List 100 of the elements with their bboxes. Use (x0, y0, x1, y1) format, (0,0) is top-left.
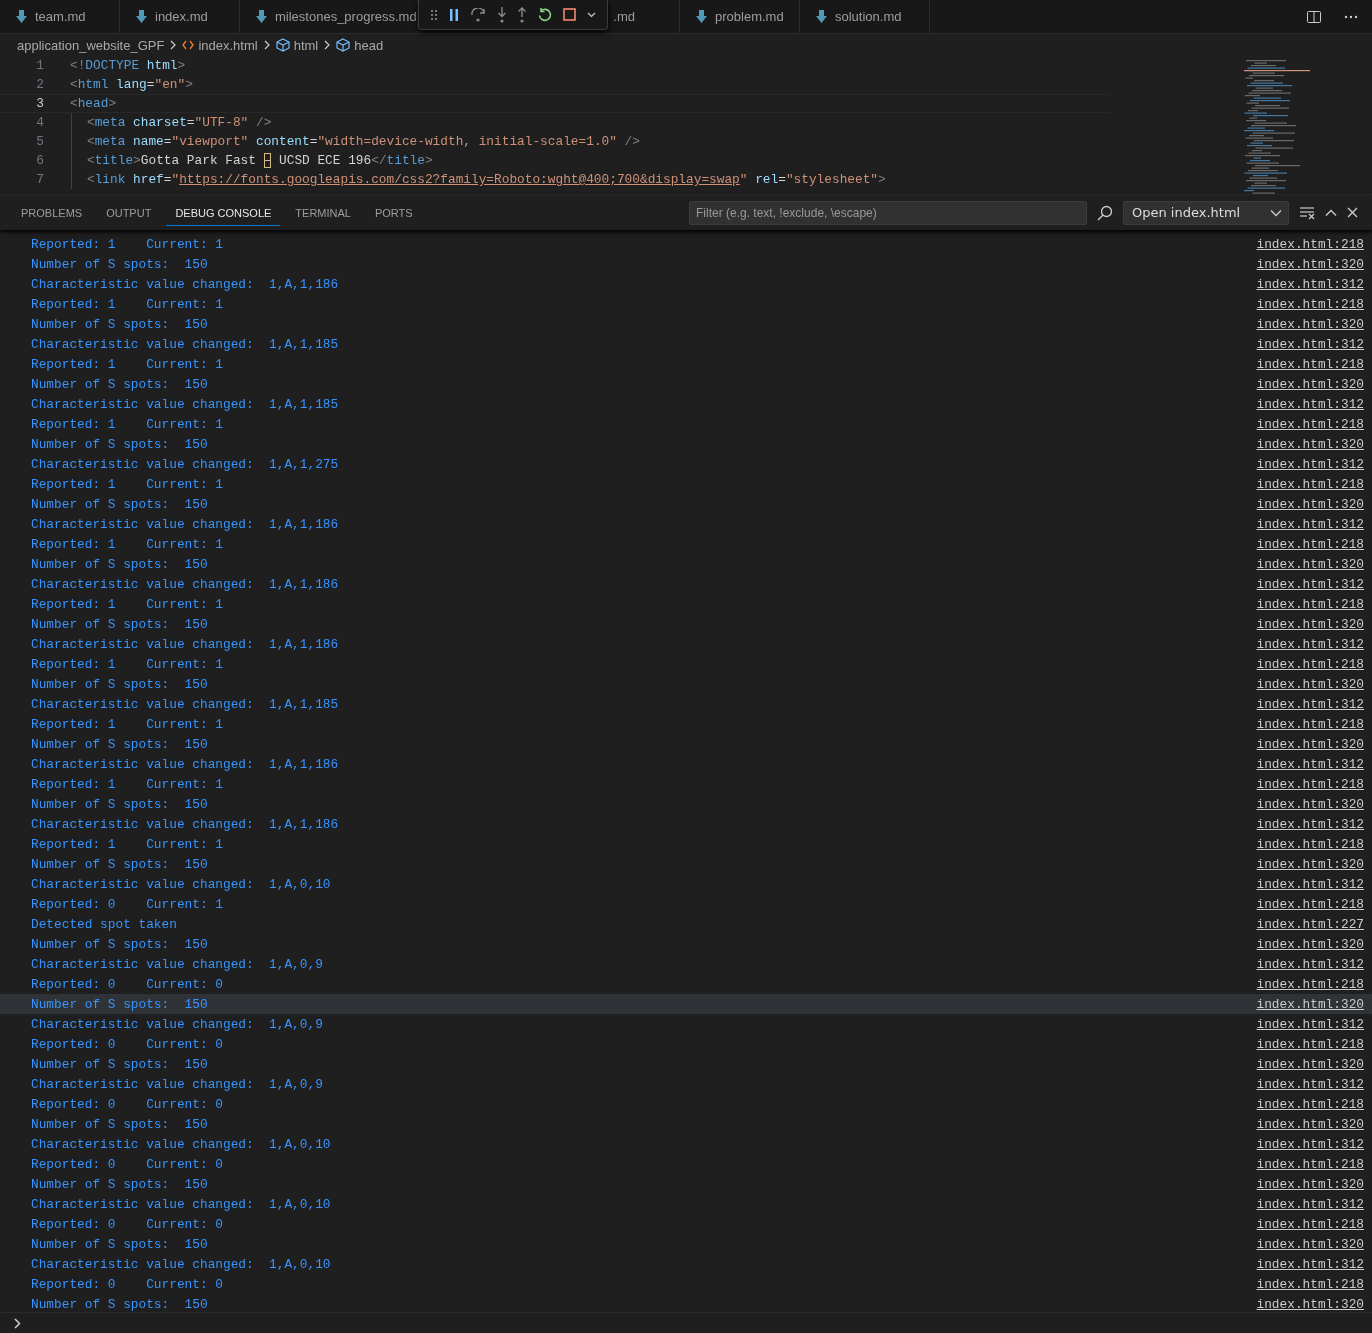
console-row[interactable]: Characteristic value changed: 1,A,0,10 index.html:312 (0, 1194, 1372, 1214)
step-out-icon[interactable] (517, 6, 528, 23)
search-icon[interactable] (1097, 204, 1113, 221)
source-link[interactable]: index.html:320 (1256, 1056, 1364, 1072)
console-row[interactable]: Reported: 1 Current: 1 index.html:218 (0, 714, 1372, 734)
console-row[interactable]: Number of S spots: 150 index.html:320 (0, 1054, 1372, 1074)
source-link[interactable]: index.html:320 (1256, 796, 1364, 812)
editor-tab[interactable]: team.md (0, 0, 120, 33)
console-row[interactable]: Reported: 0 Current: 0 index.html:218 (0, 974, 1372, 994)
console-row[interactable]: Characteristic value changed: 1,A,1,186 index.html:312 (0, 574, 1372, 594)
console-row[interactable]: Number of S spots: 150 index.html:320 (0, 674, 1372, 694)
console-row[interactable]: Number of S spots: 150 index.html:320 (0, 1234, 1372, 1254)
console-row[interactable]: Reported: 1 Current: 1 index.html:218 (0, 594, 1372, 614)
source-link[interactable]: index.html:312 (1256, 956, 1364, 972)
breadcrumb-item[interactable]: html (275, 37, 319, 53)
console-row[interactable]: Characteristic value changed: 1,A,1,186 index.html:312 (0, 274, 1372, 294)
panel-tab[interactable]: DEBUG CONSOLE (166, 199, 281, 226)
step-over-icon[interactable] (469, 7, 486, 22)
restart-icon[interactable] (538, 7, 553, 22)
source-link[interactable]: index.html:312 (1256, 1196, 1364, 1212)
console-row[interactable]: Characteristic value changed: 1,A,0,10 index.html:312 (0, 1134, 1372, 1154)
source-link[interactable]: index.html:312 (1256, 456, 1364, 472)
panel-tab[interactable]: TERMINAL (286, 199, 360, 226)
console-row[interactable]: Characteristic value changed: 1,A,0,9 index.html:312 (0, 954, 1372, 974)
console-row[interactable]: Reported: 1 Current: 1 index.html:218 (0, 474, 1372, 494)
breadcrumb-item[interactable]: index.html (182, 37, 258, 53)
console-row[interactable]: Number of S spots: 150 index.html:320 (0, 614, 1372, 634)
caret-icon[interactable] (586, 11, 596, 18)
console-row[interactable]: Number of S spots: 150 index.html:320 (0, 734, 1372, 754)
console-row[interactable]: Characteristic value changed: 1,A,1,186 index.html:312 (0, 754, 1372, 774)
source-link[interactable]: index.html:312 (1256, 636, 1364, 652)
breadcrumb-item[interactable]: application_website_GPF (17, 37, 165, 53)
source-link[interactable]: index.html:218 (1256, 716, 1364, 732)
console-row[interactable]: Number of S spots: 150 index.html:320 (0, 254, 1372, 274)
source-link[interactable]: index.html:312 (1256, 396, 1364, 412)
source-link[interactable]: index.html:312 (1256, 1076, 1364, 1092)
source-link[interactable]: index.html:312 (1256, 876, 1364, 892)
source-link[interactable]: index.html:218 (1256, 656, 1364, 672)
console-row[interactable]: Characteristic value changed: 1,A,1,185 index.html:312 (0, 394, 1372, 414)
pause-icon[interactable] (449, 8, 460, 21)
panel-tab[interactable]: PROBLEMS (12, 199, 92, 226)
console-row[interactable]: Reported: 0 Current: 0 index.html:218 (0, 1274, 1372, 1294)
source-link[interactable]: index.html:320 (1256, 436, 1364, 452)
console-row[interactable]: Characteristic value changed: 1,A,0,9 index.html:312 (0, 1074, 1372, 1094)
source-link[interactable]: index.html:320 (1256, 1116, 1364, 1132)
console-row[interactable]: Reported: 1 Current: 1 index.html:218 (0, 414, 1372, 434)
source-link[interactable]: index.html:312 (1256, 756, 1364, 772)
source-link[interactable]: index.html:312 (1256, 816, 1364, 832)
console-row[interactable]: Reported: 1 Current: 1 index.html:218 (0, 774, 1372, 794)
source-link[interactable]: index.html:320 (1256, 496, 1364, 512)
editor-tab[interactable]: problem.md (680, 0, 800, 33)
console-row[interactable]: Reported: 0 Current: 0 index.html:218 (0, 1214, 1372, 1234)
breadcrumb-item[interactable]: head (336, 37, 384, 53)
source-link[interactable]: index.html:218 (1256, 976, 1364, 992)
console-row[interactable]: Reported: 0 Current: 0 index.html:218 (0, 1154, 1372, 1174)
console-row[interactable]: Number of S spots: 150 index.html:320 (0, 314, 1372, 334)
filter-field[interactable]: Filter (e.g. text, !exclude, \escape) (689, 200, 1087, 225)
source-link[interactable]: index.html:320 (1256, 936, 1364, 952)
split-editor-icon[interactable] (1306, 8, 1322, 25)
source-link[interactable]: index.html:218 (1256, 416, 1364, 432)
source-link[interactable]: index.html:320 (1256, 316, 1364, 332)
chevron-up-icon[interactable] (1325, 208, 1337, 217)
console-row[interactable]: Characteristic value changed: 1,A,1,275 index.html:312 (0, 454, 1372, 474)
source-link[interactable]: index.html:218 (1256, 1096, 1364, 1112)
source-link[interactable]: index.html:218 (1256, 236, 1364, 252)
source-link[interactable]: index.html:312 (1256, 696, 1364, 712)
console-row[interactable]: Reported: 0 Current: 0 index.html:218 (0, 1034, 1372, 1054)
clear-console-icon[interactable] (1299, 205, 1315, 220)
source-link[interactable]: index.html:218 (1256, 1156, 1364, 1172)
console-row[interactable]: Number of S spots: 150 index.html:320 (0, 794, 1372, 814)
console-row[interactable]: Characteristic value changed: 1,A,0,10 index.html:312 (0, 1254, 1372, 1274)
console-row[interactable]: Characteristic value changed: 1,A,0,9 index.html:312 (0, 1014, 1372, 1034)
source-link[interactable]: index.html:218 (1256, 776, 1364, 792)
grip-icon[interactable] (430, 8, 439, 21)
source-link[interactable]: index.html:312 (1256, 276, 1364, 292)
console-row[interactable]: Reported: 1 Current: 1 index.html:218 (0, 234, 1372, 254)
console-row[interactable]: Reported: 1 Current: 1 index.html:218 (0, 834, 1372, 854)
source-link[interactable]: index.html:218 (1256, 836, 1364, 852)
source-link[interactable]: index.html:218 (1256, 1036, 1364, 1052)
console-row[interactable]: Reported: 1 Current: 1 index.html:218 (0, 534, 1372, 554)
source-link[interactable]: index.html:312 (1256, 1016, 1364, 1032)
source-link[interactable]: index.html:218 (1256, 596, 1364, 612)
source-link[interactable]: index.html:218 (1256, 1216, 1364, 1232)
source-link[interactable]: index.html:218 (1256, 536, 1364, 552)
source-link[interactable]: index.html:218 (1256, 356, 1364, 372)
source-link[interactable]: index.html:320 (1256, 616, 1364, 632)
console-row[interactable]: Characteristic value changed: 1,A,1,186 index.html:312 (0, 634, 1372, 654)
source-link[interactable]: index.html:227 (1256, 916, 1364, 932)
source-link[interactable]: index.html:320 (1256, 556, 1364, 572)
source-link[interactable]: index.html:320 (1256, 376, 1364, 392)
source-link[interactable]: index.html:218 (1256, 296, 1364, 312)
console-row[interactable]: Detected spot taken index.html:227 (0, 914, 1372, 934)
console-row[interactable]: Reported: 0 Current: 0 index.html:218 (0, 1094, 1372, 1114)
step-into-icon[interactable] (496, 6, 507, 23)
console-row[interactable]: Number of S spots: 150 index.html:320 (0, 854, 1372, 874)
console-row[interactable]: Number of S spots: 150 index.html:320 (0, 1114, 1372, 1134)
console-row[interactable]: Reported: 1 Current: 1 index.html:218 (0, 354, 1372, 374)
source-link[interactable]: index.html:312 (1256, 516, 1364, 532)
source-link[interactable]: index.html:312 (1256, 336, 1364, 352)
source-link[interactable]: index.html:218 (1256, 896, 1364, 912)
